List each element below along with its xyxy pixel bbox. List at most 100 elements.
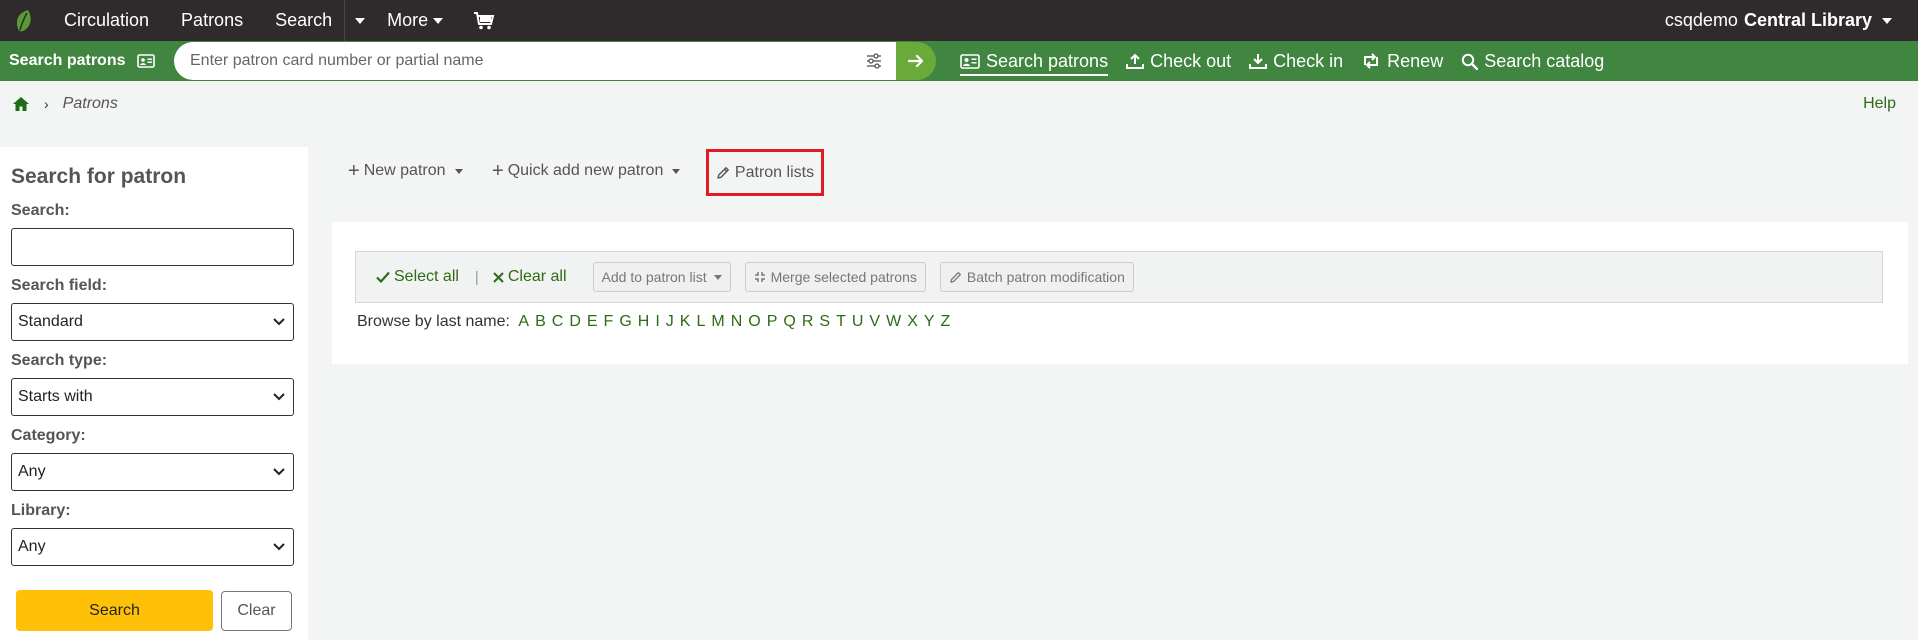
browse-letter-m[interactable]: M xyxy=(711,313,724,331)
category-select[interactable]: Any xyxy=(11,453,294,491)
quick-add-label: Quick add new patron xyxy=(507,162,664,179)
patron-search-sidebar: Search for patron Search: Search field: … xyxy=(0,147,308,640)
search-button[interactable]: Search xyxy=(16,590,213,631)
browse-letter-e[interactable]: E xyxy=(587,313,598,331)
renew-icon xyxy=(1364,53,1379,69)
browse-letter-p[interactable]: P xyxy=(767,313,778,331)
sidebar-title: Search for patron xyxy=(11,165,187,188)
user-name: csqdemo xyxy=(1664,10,1738,30)
nav-circulation[interactable]: Circulation xyxy=(48,0,165,41)
browse-letter-o[interactable]: O xyxy=(748,313,760,331)
clear-button[interactable]: Clear xyxy=(221,591,292,631)
top-navbar: Circulation Patrons Search More csqdemo … xyxy=(0,0,1918,41)
cart-icon xyxy=(474,11,495,29)
add-to-patron-list-button[interactable]: Add to patron list xyxy=(592,262,731,292)
select-all-link[interactable]: Select all xyxy=(376,268,459,286)
submit-search-button[interactable] xyxy=(896,42,936,80)
nav-search[interactable]: Search xyxy=(259,0,342,41)
new-patron-button[interactable]: + New patron xyxy=(348,161,463,181)
link-check-out[interactable]: Check out xyxy=(1126,51,1231,72)
patron-search-input[interactable] xyxy=(188,51,832,71)
browse-letter-f[interactable]: F xyxy=(604,313,614,331)
browse-letter-i[interactable]: I xyxy=(655,313,659,331)
browse-letter-j[interactable]: J xyxy=(666,313,674,331)
pencil-icon xyxy=(717,166,729,179)
patron-lists-label: Patron lists xyxy=(734,163,815,181)
browse-letter-x[interactable]: X xyxy=(907,313,918,331)
select-all-label: Select all xyxy=(394,268,459,285)
selection-action-bar: Select all | Clear all Add to patron lis… xyxy=(355,251,1883,303)
sliders-icon[interactable] xyxy=(866,53,882,69)
browse-letter-s[interactable]: S xyxy=(819,313,830,331)
link-check-out-label: Check out xyxy=(1150,50,1232,71)
search-type-value: Starts with xyxy=(18,388,93,405)
search-field-value: Standard xyxy=(18,313,83,330)
browse-letter-l[interactable]: L xyxy=(696,313,705,331)
search-label: Search: xyxy=(11,202,70,219)
link-search-catalog[interactable]: Search catalog xyxy=(1461,51,1604,72)
nav-more-label: More xyxy=(387,10,429,30)
search-field-select[interactable]: Standard xyxy=(11,303,294,341)
link-renew[interactable]: Renew xyxy=(1361,51,1443,72)
browse-letter-h[interactable]: H xyxy=(638,313,650,331)
search-dropdown-toggle[interactable] xyxy=(345,0,369,41)
chevron-down-icon xyxy=(273,393,285,401)
patron-search-bar: Search patrons Enter patron card number … xyxy=(0,41,1918,81)
merge-patrons-button[interactable]: Merge selected patrons xyxy=(744,262,926,292)
browse-letter-q[interactable]: Q xyxy=(783,313,795,331)
link-search-patrons-label: Search patrons xyxy=(986,50,1109,71)
browse-letter-k[interactable]: K xyxy=(680,313,691,331)
link-renew-label: Renew xyxy=(1387,50,1444,71)
browse-letter-z[interactable]: Z xyxy=(941,313,951,331)
breadcrumb-current: Patrons xyxy=(62,95,118,112)
browse-letter-r[interactable]: R xyxy=(802,313,814,331)
koha-logo[interactable] xyxy=(0,0,48,41)
upload-icon xyxy=(1126,53,1145,69)
add-to-list-label: Add to patron list xyxy=(601,269,707,285)
browse-letter-d[interactable]: D xyxy=(569,313,581,331)
check-icon xyxy=(376,271,390,283)
browse-letter-b[interactable]: B xyxy=(535,313,546,331)
nav-patrons[interactable]: Patrons xyxy=(165,0,259,41)
download-icon xyxy=(1249,53,1268,69)
new-patron-label: New patron xyxy=(363,162,446,179)
clear-all-link[interactable]: Clear all xyxy=(493,268,567,286)
leaf-logo-icon xyxy=(16,9,31,31)
nav-more[interactable]: More xyxy=(369,0,459,41)
close-icon xyxy=(493,271,504,283)
browse-letter-a[interactable]: A xyxy=(518,313,529,331)
search-patrons-label: Search patrons xyxy=(9,52,126,69)
chevron-down-icon xyxy=(713,274,722,280)
chevron-down-icon xyxy=(454,168,463,174)
browse-letter-u[interactable]: U xyxy=(852,313,864,331)
help-link[interactable]: Help xyxy=(1863,95,1896,113)
link-search-patrons[interactable]: Search patrons xyxy=(960,50,1109,76)
browse-letter-w[interactable]: W xyxy=(886,313,901,331)
patron-lists-button[interactable]: Patron lists xyxy=(706,149,824,196)
link-check-in[interactable]: Check in xyxy=(1249,51,1343,72)
browse-letter-g[interactable]: G xyxy=(619,313,631,331)
browse-letter-y[interactable]: Y xyxy=(924,313,935,331)
library-label: Library: xyxy=(11,502,71,519)
browse-letter-n[interactable]: N xyxy=(731,313,743,331)
browse-letter-t[interactable]: T xyxy=(836,313,846,331)
link-search-catalog-label: Search catalog xyxy=(1484,50,1605,71)
library-value: Any xyxy=(18,538,46,555)
sidebar-search-input[interactable] xyxy=(11,228,294,266)
category-value: Any xyxy=(18,463,46,480)
cart-button[interactable] xyxy=(459,0,511,41)
compress-icon xyxy=(754,272,765,282)
browse-letter-v[interactable]: V xyxy=(869,313,880,331)
home-icon[interactable] xyxy=(12,96,30,112)
quick-add-patron-button[interactable]: + Quick add new patron xyxy=(492,161,681,181)
library-name: Central Library xyxy=(1743,10,1872,30)
chevron-right-icon: › xyxy=(44,96,49,112)
library-select[interactable]: Any xyxy=(11,528,294,566)
batch-modification-button[interactable]: Batch patron modification xyxy=(939,262,1134,292)
arrow-right-icon xyxy=(908,54,924,68)
chevron-down-icon xyxy=(273,318,285,326)
user-menu[interactable]: csqdemo Central Library xyxy=(1665,0,1892,41)
browse-letter-c[interactable]: C xyxy=(552,313,564,331)
search-patrons-tab[interactable]: Search patrons xyxy=(0,52,156,70)
search-type-select[interactable]: Starts with xyxy=(11,378,294,416)
